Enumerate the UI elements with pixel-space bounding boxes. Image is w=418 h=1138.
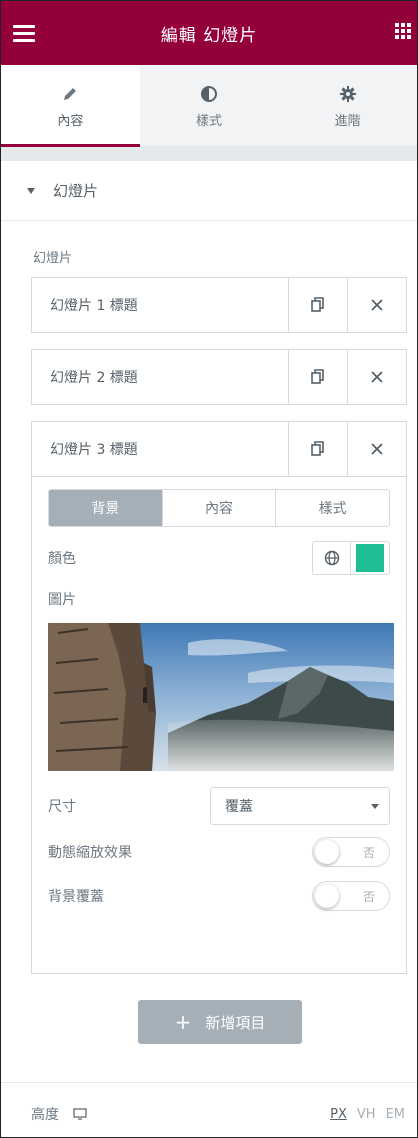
height-label: 高度 bbox=[31, 1107, 59, 1123]
height-header: 高度 PX VH EM bbox=[31, 1103, 405, 1125]
add-item-button[interactable]: + 新增項目 bbox=[138, 1000, 302, 1044]
color-swatch-fill bbox=[356, 544, 384, 572]
close-icon[interactable] bbox=[347, 422, 406, 476]
color-control bbox=[312, 541, 390, 575]
panel-tabs: 內容 樣式 進階 bbox=[1, 65, 417, 147]
duplicate-icon[interactable] bbox=[288, 278, 347, 332]
hamburger-menu-icon[interactable] bbox=[13, 25, 35, 46]
section-title: 幻燈片 bbox=[53, 182, 99, 200]
repeater-item[interactable]: 幻燈片 1 標題 bbox=[31, 277, 407, 333]
size-row: 尺寸 覆蓋 bbox=[48, 787, 390, 825]
close-icon[interactable] bbox=[347, 278, 406, 332]
toggle-label: 否 bbox=[362, 846, 375, 860]
tab-content-label: 內容 bbox=[57, 114, 84, 129]
ken-burns-row: 動態縮放效果 否 bbox=[48, 837, 390, 867]
image-label: 圖片 bbox=[48, 592, 76, 608]
landscape-image bbox=[48, 623, 394, 771]
tab-content[interactable]: 內容 bbox=[1, 65, 140, 147]
size-select[interactable]: 覆蓋 bbox=[210, 787, 390, 825]
ken-burns-label: 動態縮放效果 bbox=[48, 845, 132, 861]
unit-em[interactable]: EM bbox=[386, 1107, 405, 1122]
unit-px[interactable]: PX bbox=[330, 1107, 347, 1122]
subtab-style[interactable]: 樣式 bbox=[275, 490, 389, 526]
overlay-toggle[interactable]: 否 bbox=[312, 881, 390, 911]
toggle-knob bbox=[315, 884, 339, 908]
tab-advanced-label: 進階 bbox=[334, 114, 361, 129]
color-row: 顏色 bbox=[48, 541, 390, 575]
slides-control-label: 幻燈片 bbox=[33, 251, 73, 266]
repeater-item-content: 背景 內容 樣式 顏色 圖片 尺寸 覆蓋 動態縮放效果 否 背景覆蓋 否 bbox=[31, 477, 407, 974]
size-select-value: 覆蓋 bbox=[225, 799, 253, 815]
height-label-wrap: 高度 bbox=[31, 1104, 87, 1124]
toggle-label: 否 bbox=[362, 890, 375, 904]
height-control: 高度 PX VH EM 400 bbox=[1, 1083, 417, 1138]
duplicate-icon[interactable] bbox=[288, 350, 347, 404]
tab-style[interactable]: 樣式 bbox=[140, 65, 279, 146]
chevron-down-icon bbox=[371, 803, 379, 809]
panel-title: 編輯 幻燈片 bbox=[160, 25, 258, 46]
plus-icon: + bbox=[174, 1010, 192, 1034]
size-label: 尺寸 bbox=[48, 799, 76, 815]
tabs-divider bbox=[1, 147, 417, 161]
repeater-item-title[interactable]: 幻燈片 3 標題 bbox=[32, 422, 288, 476]
tab-style-label: 樣式 bbox=[196, 114, 223, 129]
add-item-label: 新增項目 bbox=[205, 1013, 266, 1032]
panel-header: 編輯 幻燈片 bbox=[1, 1, 417, 65]
close-icon[interactable] bbox=[347, 350, 406, 404]
subtab-background[interactable]: 背景 bbox=[49, 490, 162, 526]
unit-switcher: PX VH EM bbox=[330, 1107, 405, 1122]
duplicate-icon[interactable] bbox=[288, 422, 347, 476]
color-label: 顏色 bbox=[48, 551, 76, 567]
half-circle-icon bbox=[200, 82, 218, 106]
toggle-knob bbox=[315, 840, 339, 864]
widgets-grid-icon[interactable] bbox=[395, 23, 411, 39]
subtab-content[interactable]: 內容 bbox=[161, 490, 276, 526]
repeater-item[interactable]: 幻燈片 2 標題 bbox=[31, 349, 407, 405]
section-header-slides[interactable]: 幻燈片 bbox=[1, 161, 417, 221]
subtabs: 背景 內容 樣式 bbox=[48, 489, 390, 527]
color-swatch[interactable] bbox=[351, 542, 389, 574]
tab-advanced[interactable]: 進階 bbox=[278, 65, 417, 146]
globe-icon[interactable] bbox=[313, 542, 351, 574]
add-item-wrap: + 新增項目 bbox=[1, 974, 417, 1082]
repeater-item-title[interactable]: 幻燈片 2 標題 bbox=[32, 350, 288, 404]
overlay-label: 背景覆蓋 bbox=[48, 889, 104, 905]
repeater-item[interactable]: 幻燈片 3 標題 bbox=[31, 421, 407, 477]
overlay-row: 背景覆蓋 否 bbox=[48, 881, 390, 911]
image-preview[interactable] bbox=[48, 623, 394, 771]
desktop-icon[interactable] bbox=[73, 1108, 87, 1120]
caret-down-icon bbox=[27, 187, 35, 194]
pencil-icon bbox=[61, 82, 79, 106]
gear-icon bbox=[339, 82, 357, 106]
repeater-item-title[interactable]: 幻燈片 1 標題 bbox=[32, 278, 288, 332]
ken-burns-toggle[interactable]: 否 bbox=[312, 837, 390, 867]
unit-vh[interactable]: VH bbox=[357, 1107, 376, 1122]
